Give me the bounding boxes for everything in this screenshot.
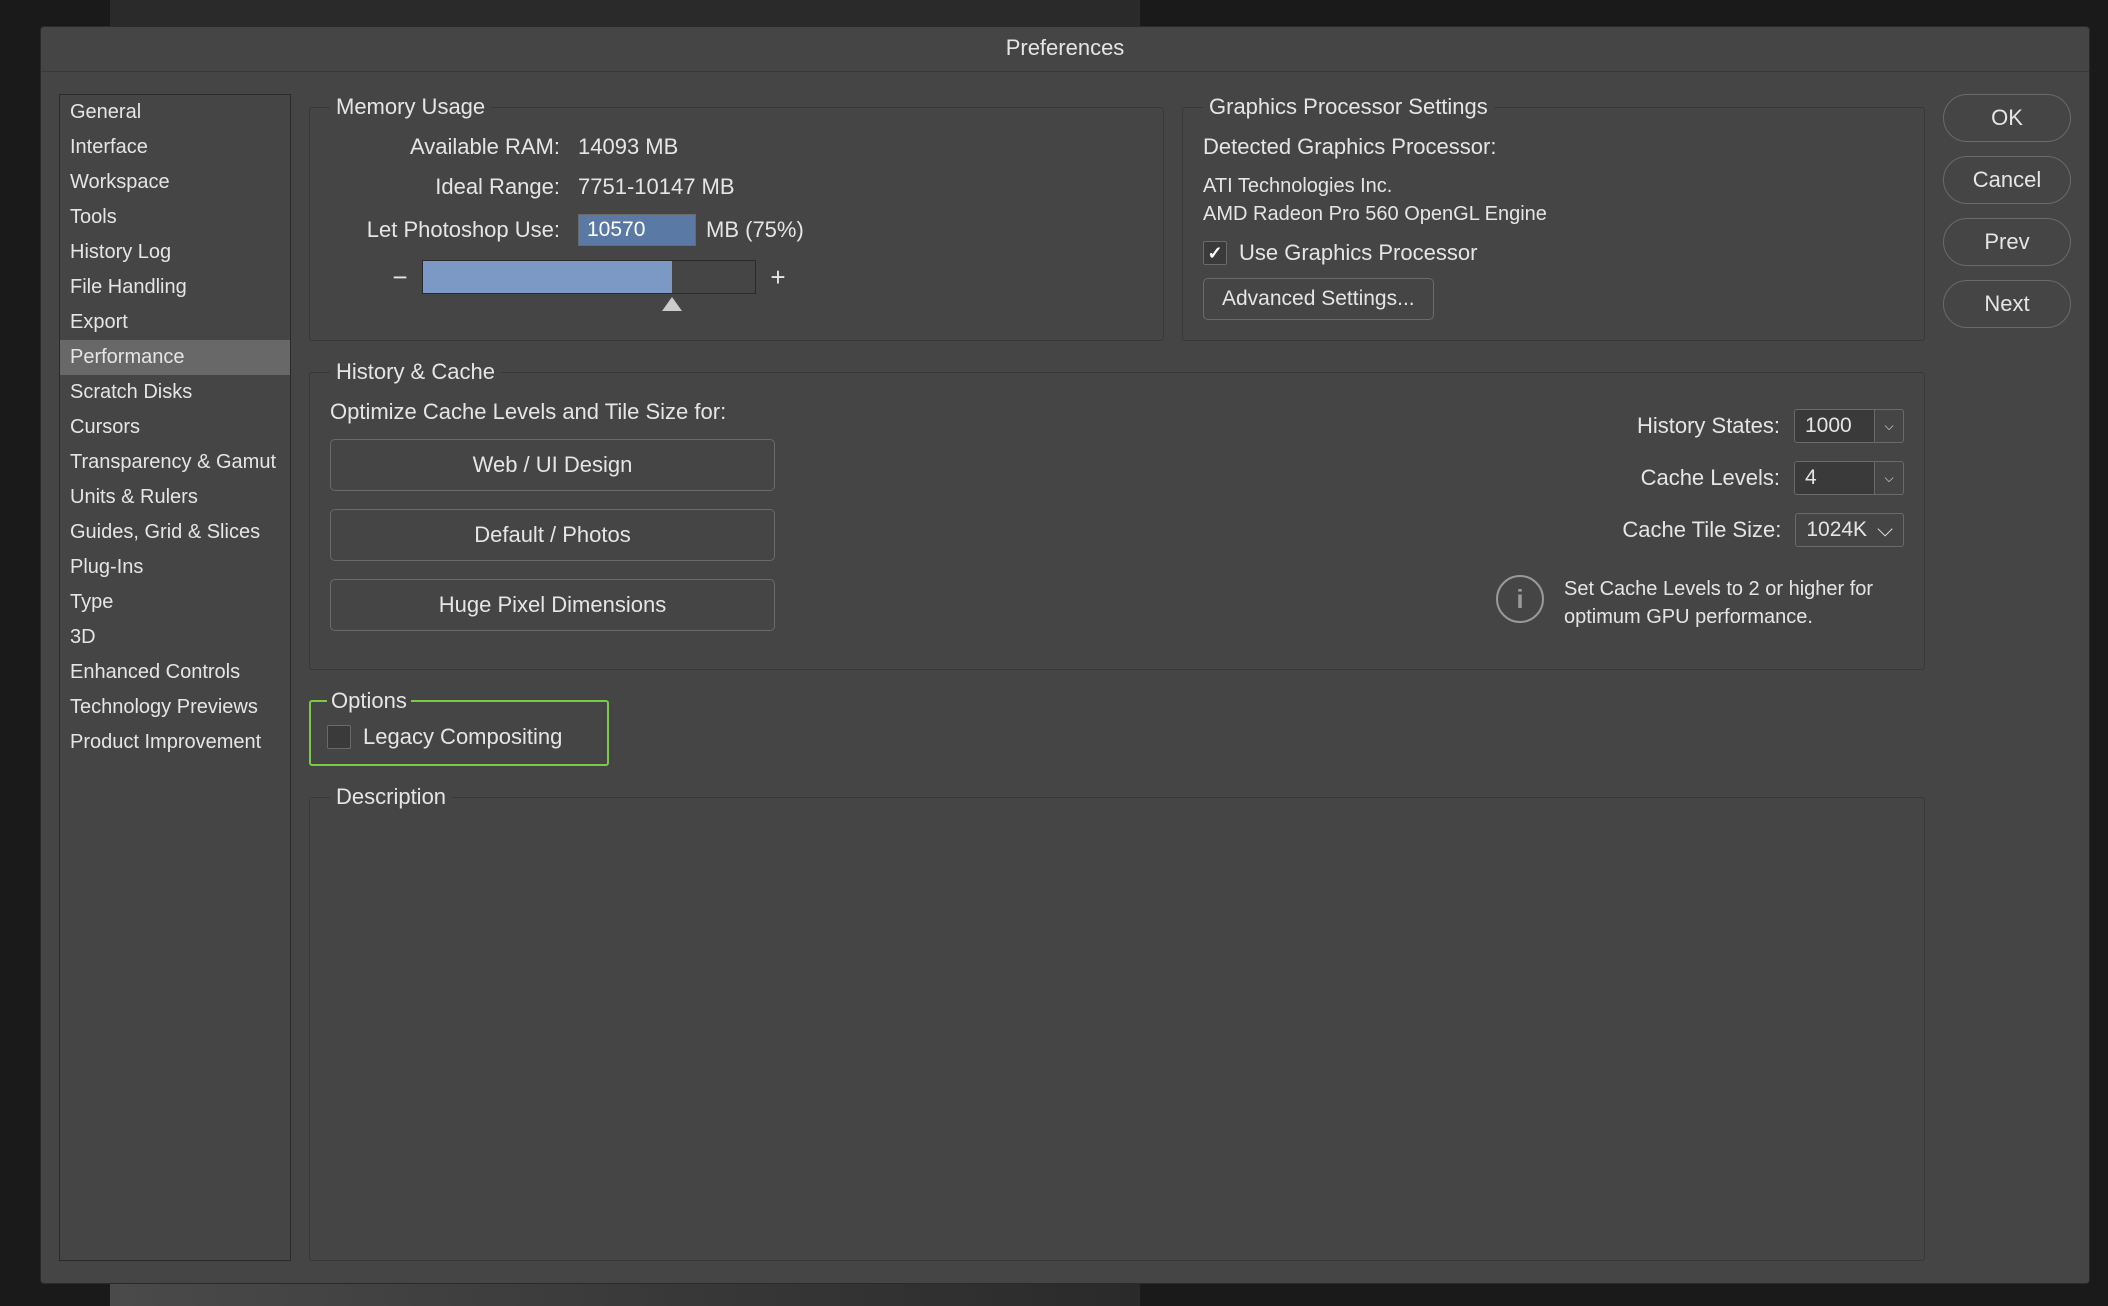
- history-states-stepper[interactable]: ⌵: [1794, 409, 1904, 443]
- history-cache-group: History & Cache Optimize Cache Levels an…: [309, 359, 1925, 670]
- top-row: Memory Usage Available RAM: 14093 MB Ide…: [309, 94, 1925, 341]
- optimize-label: Optimize Cache Levels and Tile Size for:: [330, 399, 780, 425]
- sidebar-item-interface[interactable]: Interface: [60, 130, 290, 165]
- advanced-settings-button[interactable]: Advanced Settings...: [1203, 278, 1434, 320]
- cache-levels-input[interactable]: [1794, 461, 1874, 495]
- cache-tile-label: Cache Tile Size:: [1622, 517, 1781, 543]
- gpu-model: AMD Radeon Pro 560 OpenGL Engine: [1203, 200, 1904, 228]
- history-cache-legend: History & Cache: [330, 359, 501, 385]
- sidebar-item-product-improvement[interactable]: Product Improvement: [60, 725, 290, 760]
- next-button[interactable]: Next: [1943, 280, 2071, 328]
- sidebar-item-tools[interactable]: Tools: [60, 200, 290, 235]
- dialog-buttons: OK Cancel Prev Next: [1943, 94, 2071, 1261]
- sidebar-item-transparency-gamut[interactable]: Transparency & Gamut: [60, 445, 290, 480]
- dialog-body: GeneralInterfaceWorkspaceToolsHistory Lo…: [41, 72, 2089, 1283]
- history-cache-body: Optimize Cache Levels and Tile Size for:…: [330, 399, 1904, 649]
- memory-slider[interactable]: [422, 260, 756, 294]
- detected-gpu-label: Detected Graphics Processor:: [1203, 134, 1904, 160]
- default-photos-button[interactable]: Default / Photos: [330, 509, 775, 561]
- sidebar-item-3d[interactable]: 3D: [60, 620, 290, 655]
- main-panel: Memory Usage Available RAM: 14093 MB Ide…: [309, 94, 1925, 1261]
- history-states-row: History States: ⌵: [820, 409, 1904, 443]
- gpu-body: Detected Graphics Processor: ATI Technol…: [1203, 134, 1904, 320]
- huge-pixel-button[interactable]: Huge Pixel Dimensions: [330, 579, 775, 631]
- memory-slider-row: − +: [390, 260, 1143, 294]
- legacy-compositing-label: Legacy Compositing: [363, 724, 562, 750]
- description-group: Description: [309, 784, 1925, 1261]
- memory-suffix: MB (75%): [706, 217, 804, 243]
- sidebar-item-units-rulers[interactable]: Units & Rulers: [60, 480, 290, 515]
- memory-usage-group: Memory Usage Available RAM: 14093 MB Ide…: [309, 94, 1164, 341]
- history-states-label: History States:: [1637, 413, 1780, 439]
- options-legend: Options: [327, 688, 411, 714]
- sidebar-item-workspace[interactable]: Workspace: [60, 165, 290, 200]
- sidebar-item-performance[interactable]: Performance: [60, 340, 290, 375]
- use-gpu-checkbox[interactable]: [1203, 241, 1227, 265]
- ideal-range-label: Ideal Range:: [330, 174, 560, 200]
- ideal-range-row: Ideal Range: 7751-10147 MB: [330, 174, 1143, 200]
- available-ram-value: 14093 MB: [578, 134, 678, 160]
- cache-tile-row: Cache Tile Size: 1024K ⌵: [820, 513, 1904, 547]
- web-ui-design-button[interactable]: Web / UI Design: [330, 439, 775, 491]
- sidebar-item-scratch-disks[interactable]: Scratch Disks: [60, 375, 290, 410]
- use-gpu-checkbox-row[interactable]: Use Graphics Processor: [1203, 240, 1904, 266]
- sidebar-item-history-log[interactable]: History Log: [60, 235, 290, 270]
- options-group: Options Legacy Compositing: [309, 688, 609, 766]
- available-ram-row: Available RAM: 14093 MB: [330, 134, 1143, 160]
- info-text: Set Cache Levels to 2 or higher for opti…: [1564, 575, 1904, 631]
- sidebar-item-general[interactable]: General: [60, 95, 290, 130]
- slider-thumb-icon[interactable]: [662, 297, 682, 311]
- slider-plus-icon[interactable]: +: [768, 262, 788, 293]
- sidebar-item-enhanced-controls[interactable]: Enhanced Controls: [60, 655, 290, 690]
- slider-fill: [423, 261, 672, 293]
- memory-legend: Memory Usage: [330, 94, 491, 120]
- dialog-title: Preferences: [41, 27, 2089, 72]
- cache-levels-row: Cache Levels: ⌵: [820, 461, 1904, 495]
- cancel-button[interactable]: Cancel: [1943, 156, 2071, 204]
- cache-values-section: History States: ⌵ Cache Levels: ⌵: [820, 399, 1904, 649]
- available-ram-label: Available RAM:: [330, 134, 560, 160]
- gpu-legend: Graphics Processor Settings: [1203, 94, 1494, 120]
- sidebar-item-file-handling[interactable]: File Handling: [60, 270, 290, 305]
- ideal-range-value: 7751-10147 MB: [578, 174, 735, 200]
- info-icon: i: [1496, 575, 1544, 623]
- history-states-chevron-icon[interactable]: ⌵: [1874, 409, 1904, 443]
- gpu-vendor: ATI Technologies Inc.: [1203, 172, 1904, 200]
- history-states-input[interactable]: [1794, 409, 1874, 443]
- category-sidebar: GeneralInterfaceWorkspaceToolsHistory Lo…: [59, 94, 291, 1261]
- gpu-settings-group: Graphics Processor Settings Detected Gra…: [1182, 94, 1925, 341]
- description-legend: Description: [330, 784, 452, 810]
- sidebar-item-type[interactable]: Type: [60, 585, 290, 620]
- cache-tile-value: 1024K: [1806, 518, 1867, 542]
- sidebar-item-plug-ins[interactable]: Plug-Ins: [60, 550, 290, 585]
- legacy-compositing-row[interactable]: Legacy Compositing: [327, 724, 591, 750]
- sidebar-item-export[interactable]: Export: [60, 305, 290, 340]
- sidebar-item-technology-previews[interactable]: Technology Previews: [60, 690, 290, 725]
- cache-levels-stepper[interactable]: ⌵: [1794, 461, 1904, 495]
- gpu-info: ATI Technologies Inc. AMD Radeon Pro 560…: [1203, 172, 1904, 228]
- cache-levels-chevron-icon[interactable]: ⌵: [1874, 461, 1904, 495]
- ok-button[interactable]: OK: [1943, 94, 2071, 142]
- optimize-section: Optimize Cache Levels and Tile Size for:…: [330, 399, 780, 649]
- let-photoshop-row: Let Photoshop Use: MB (75%): [330, 214, 1143, 246]
- preferences-dialog: Preferences GeneralInterfaceWorkspaceToo…: [40, 26, 2090, 1284]
- legacy-compositing-checkbox[interactable]: [327, 725, 351, 749]
- use-gpu-label: Use Graphics Processor: [1239, 240, 1477, 266]
- prev-button[interactable]: Prev: [1943, 218, 2071, 266]
- memory-input[interactable]: [578, 214, 696, 246]
- sidebar-item-cursors[interactable]: Cursors: [60, 410, 290, 445]
- let-photoshop-label: Let Photoshop Use:: [330, 217, 560, 243]
- cache-tile-dropdown[interactable]: 1024K ⌵: [1795, 513, 1904, 547]
- chevron-down-icon: ⌵: [1877, 518, 1893, 542]
- cache-levels-label: Cache Levels:: [1641, 465, 1780, 491]
- slider-minus-icon[interactable]: −: [390, 262, 410, 293]
- sidebar-item-guides-grid-slices[interactable]: Guides, Grid & Slices: [60, 515, 290, 550]
- info-row: i Set Cache Levels to 2 or higher for op…: [820, 575, 1904, 631]
